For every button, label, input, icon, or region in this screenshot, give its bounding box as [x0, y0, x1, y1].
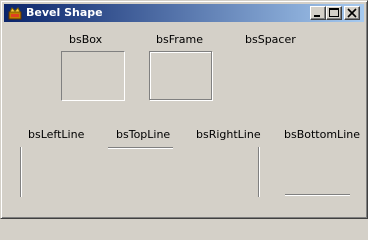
app-icon[interactable]: [8, 6, 22, 20]
label-bsleftline: bsLeftLine: [28, 128, 85, 141]
maximize-icon: [329, 8, 339, 17]
bevel-spacer: [237, 51, 301, 101]
label-bsframe: bsFrame: [156, 33, 203, 46]
maximize-button[interactable]: [326, 6, 342, 20]
close-button[interactable]: [344, 6, 360, 20]
bevel-bottom-line: [285, 194, 350, 196]
title-bar[interactable]: Bevel Shape: [4, 4, 364, 22]
window-title: Bevel Shape: [26, 6, 103, 19]
minimize-icon: [314, 15, 320, 17]
bevel-left-line: [20, 147, 22, 197]
minimize-button[interactable]: [310, 6, 326, 20]
label-bsbox: bsBox: [69, 33, 103, 46]
bevel-right-line: [258, 147, 260, 197]
close-icon: [347, 8, 357, 18]
bevel-box: [61, 51, 125, 101]
application-window: Bevel Shape bsBox bsFrame bsSpacer bsLef…: [0, 0, 368, 219]
bevel-frame: [149, 51, 212, 100]
label-bsspacer: bsSpacer: [245, 33, 296, 46]
bevel-top-line: [108, 147, 173, 149]
label-bsrightline: bsRightLine: [196, 128, 261, 141]
label-bstopline: bsTopLine: [116, 128, 171, 141]
label-bsbottomline: bsBottomLine: [284, 128, 360, 141]
